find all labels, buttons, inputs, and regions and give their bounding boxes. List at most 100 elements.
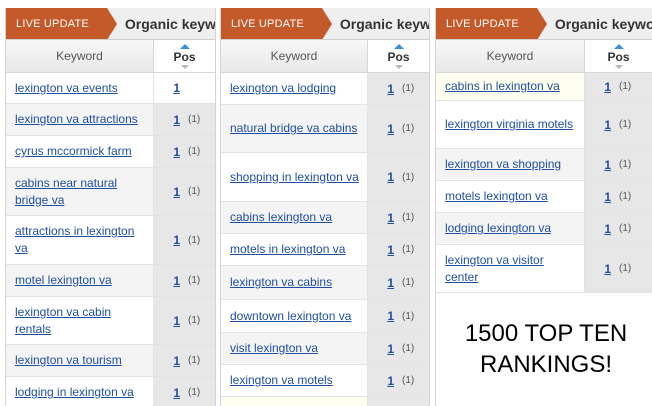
position-link[interactable]: 1 xyxy=(368,82,394,96)
table-row: cabins lexington va 1 (1) xyxy=(221,202,429,234)
live-update-badge[interactable]: LIVE UPDATE xyxy=(436,8,547,39)
position-change: (1) xyxy=(402,343,415,354)
keyword-link[interactable]: natural bridge va cabins xyxy=(221,105,367,152)
position-change: (1) xyxy=(402,123,415,134)
table-row: motel lexington va 1 (1) xyxy=(6,265,215,297)
table-row: lexington va motels 1 (1) xyxy=(221,365,429,397)
position-cell: 1 (1) xyxy=(584,245,652,292)
position-change: (1) xyxy=(619,159,632,170)
position-link[interactable]: 1 xyxy=(368,170,394,184)
pos-column-header[interactable]: Pos xyxy=(584,40,652,72)
position-link[interactable]: 1 xyxy=(154,81,180,95)
position-cell: 1 (1) xyxy=(153,265,215,296)
keyword-link[interactable]: lexington va shopping xyxy=(436,149,584,180)
keyword-link[interactable]: attractions in lexington va xyxy=(6,216,153,264)
position-change: (1) xyxy=(188,186,201,197)
keyword-link[interactable]: lexington va cabins xyxy=(221,266,367,299)
position-link[interactable]: 1 xyxy=(154,113,180,127)
pos-column-header[interactable]: Pos xyxy=(153,40,215,72)
position-link[interactable]: 1 xyxy=(154,233,180,247)
callout-line-1: 1500 TOP TEN xyxy=(464,320,628,347)
position-link[interactable]: 1 xyxy=(585,158,611,172)
position-change: (1) xyxy=(188,114,201,125)
table-row: lexington va tourism 1 (1) xyxy=(6,345,215,377)
position-link[interactable]: 1 xyxy=(154,314,180,328)
keyword-link[interactable]: lodging lexington va xyxy=(436,213,584,244)
position-cell: 1 (1) xyxy=(367,266,429,299)
position-link[interactable]: 1 xyxy=(585,262,611,276)
position-cell: 1 (1) xyxy=(367,365,429,396)
keyword-link[interactable]: lodging in lexington va xyxy=(6,377,153,406)
position-cell: 1 (1) xyxy=(153,345,215,376)
position-link[interactable]: 1 xyxy=(368,374,394,388)
table-header: Keyword Pos xyxy=(221,40,429,73)
keyword-link[interactable]: shopping in lexington va xyxy=(221,153,367,201)
live-update-badge[interactable]: LIVE UPDATE xyxy=(6,8,117,39)
position-cell: 1 (1) xyxy=(367,202,429,233)
table-row: lexington va cabin rentals 1 (1) xyxy=(6,297,215,345)
position-cell: 1 (1) xyxy=(153,168,215,215)
position-cell: 1 (1) xyxy=(367,153,429,201)
keyword-link[interactable]: motels lexington va xyxy=(436,181,584,212)
position-link[interactable]: 1 xyxy=(585,190,611,204)
keyword-column-header[interactable]: Keyword xyxy=(221,40,367,72)
position-link[interactable]: 1 xyxy=(154,185,180,199)
sort-asc-icon xyxy=(393,43,404,49)
keyword-link[interactable]: lexington va cabin rentals xyxy=(6,297,153,344)
position-change: (1) xyxy=(188,146,201,157)
keyword-link[interactable]: lexington va attractions xyxy=(6,104,153,135)
keyword-link[interactable]: cabins lexington va xyxy=(221,202,367,233)
keyword-link[interactable]: lexington virginia motels xyxy=(436,101,584,148)
keyword-link[interactable]: lexington va tourism xyxy=(6,345,153,376)
keyword-link[interactable]: lexington va events xyxy=(6,73,153,103)
position-cell: 1 (1) xyxy=(584,101,652,148)
position-link[interactable]: 1 xyxy=(368,342,394,356)
position-cell: 1 (1) xyxy=(584,181,652,212)
keyword-link[interactable]: cabins in lexington va xyxy=(436,73,584,100)
pos-column-header[interactable]: Pos xyxy=(367,40,429,72)
keyword-link[interactable]: lexington va visitor center xyxy=(436,245,584,292)
keyword-link[interactable]: lexington va lodging xyxy=(221,73,367,104)
table-row: visit lexington va 1 (1) xyxy=(221,333,429,365)
position-link[interactable]: 1 xyxy=(368,276,394,290)
position-change: (1) xyxy=(188,234,201,246)
panel-title: Organic keywords xyxy=(124,15,215,32)
table-header: Keyword Pos xyxy=(436,40,652,73)
table-row: lexington va attractions 1 (1) xyxy=(6,104,215,136)
live-update-badge[interactable]: LIVE UPDATE xyxy=(221,8,332,39)
keyword-link[interactable]: downtown lexington va xyxy=(221,300,367,332)
keyword-link[interactable]: lexington va motels xyxy=(221,365,367,396)
table-row: lexington virginia motels 1 (1) xyxy=(436,101,652,149)
position-link[interactable]: 1 xyxy=(154,354,180,368)
table-row: lexington va lodging 1 (1) xyxy=(221,73,429,105)
keyword-column-header[interactable]: Keyword xyxy=(6,40,153,72)
table-row: cyrus mccormick farm 1 (1) xyxy=(6,136,215,168)
position-change: (1) xyxy=(402,310,415,322)
sort-asc-icon xyxy=(613,43,624,49)
position-link[interactable]: 1 xyxy=(154,386,180,400)
keyword-column-header[interactable]: Keyword xyxy=(436,40,584,72)
position-link[interactable]: 1 xyxy=(585,118,611,132)
panel-title: Organic keywords xyxy=(554,15,652,32)
position-link[interactable]: 1 xyxy=(585,80,611,94)
position-change: (1) xyxy=(188,275,201,286)
keyword-link[interactable]: visit lexington va xyxy=(221,333,367,364)
position-link[interactable]: 1 xyxy=(368,309,394,323)
position-cell: 1 (1) xyxy=(153,216,215,264)
position-link[interactable]: 1 xyxy=(585,222,611,236)
position-cell: 1 (1) xyxy=(367,105,429,152)
table-row: shopping in lexington va 1 (1) xyxy=(221,153,429,202)
panel-title: Organic keywords xyxy=(339,15,429,32)
keyword-link[interactable]: motels in lexington va xyxy=(221,234,367,265)
keyword-link[interactable]: cyrus mccormick farm xyxy=(6,136,153,167)
position-change: (1) xyxy=(402,375,415,386)
keyword-link[interactable]: cabins near natural bridge va xyxy=(6,168,153,215)
position-link[interactable]: 1 xyxy=(368,243,394,257)
position-link[interactable]: 1 xyxy=(368,211,394,225)
keyword-link[interactable]: motel lexington va xyxy=(6,265,153,296)
table-row: downtown lexington va 1 (1) xyxy=(221,300,429,333)
keyword-panel-1: LIVE UPDATE Organic keywords Keyword Pos… xyxy=(5,8,216,406)
position-link[interactable]: 1 xyxy=(368,122,394,136)
position-link[interactable]: 1 xyxy=(154,145,180,159)
position-link[interactable]: 1 xyxy=(154,274,180,288)
